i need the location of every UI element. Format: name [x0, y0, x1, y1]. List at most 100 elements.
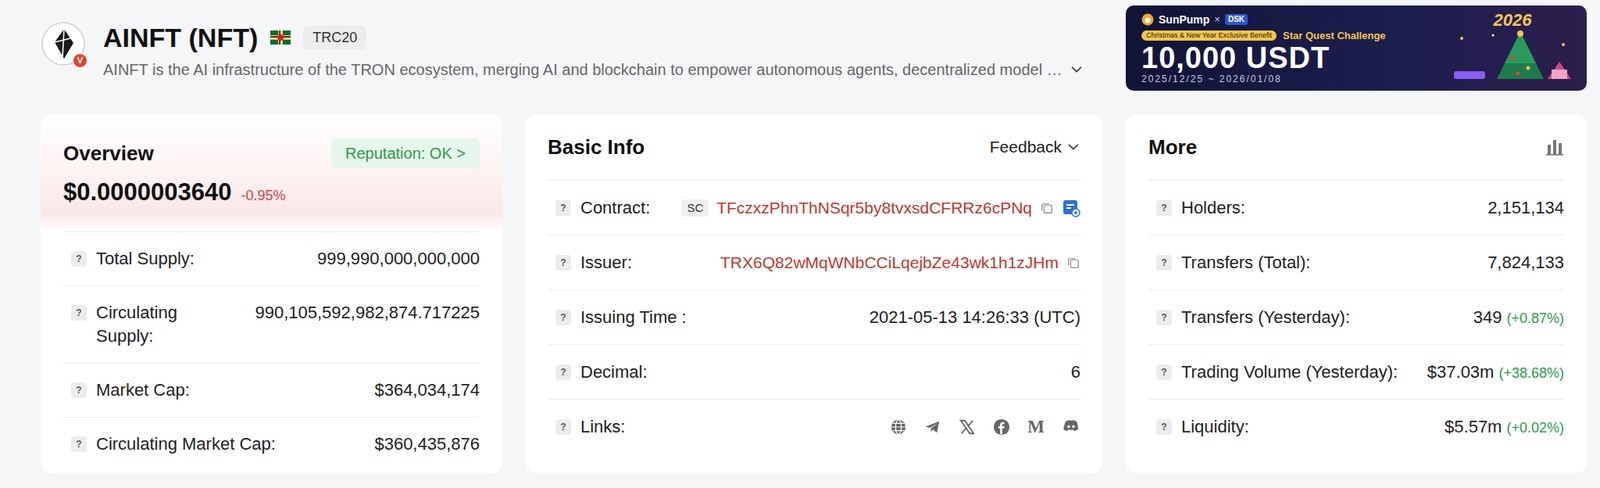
token-header: VAINFT (NFT)TRC20AINFT is the AI infrast…	[40, 5, 1587, 91]
row-value-group: TRX6Q82wMqWNbCCiLqejbZe43wk1h1zJHm	[720, 250, 1081, 275]
help-icon[interactable]: ?	[555, 309, 572, 325]
row-value-group: $37.03m(+38.68%)	[1427, 360, 1565, 384]
overview-row: ?Circulating Market Cap:$360,435,876	[63, 416, 480, 471]
help-icon[interactable]: ?	[71, 382, 87, 398]
row-label-group: ? Market Cap:	[71, 378, 190, 402]
row-value-group: 2021-05-13 14:26:33 (UTC)	[869, 305, 1081, 329]
token-standard-badge: TRC20	[303, 25, 367, 50]
banner-brand-row: SunPump×DSK	[1141, 12, 1439, 27]
row-change: (+38.68%)	[1498, 363, 1565, 383]
overview-title: Overview	[63, 140, 154, 166]
row-label: Links:	[580, 414, 625, 439]
copy-icon[interactable]	[1039, 200, 1054, 215]
facebook-icon[interactable]	[992, 417, 1011, 436]
issuer-address[interactable]: TRX6Q82wMqWNbCCiLqejbZe43wk1h1zJHm	[720, 250, 1059, 275]
help-icon[interactable]: ?	[1156, 418, 1172, 435]
row-change: (+0.87%)	[1506, 308, 1565, 328]
help-icon[interactable]: ?	[71, 304, 87, 321]
help-icon[interactable]: ?	[71, 435, 87, 452]
cards: Overview Reputation: OK > $0.0000003640-0.…	[40, 114, 1587, 473]
row-value: $5.57m	[1444, 414, 1502, 439]
christmas-tree-icon	[1446, 30, 1579, 86]
telegram-icon[interactable]	[924, 417, 942, 436]
row-label-group: ?Circulating Market Cap:	[71, 432, 276, 456]
row-label: Contract:	[580, 196, 650, 220]
row-value-group: 349(+0.87%)	[1473, 305, 1565, 329]
stat-row: ?Liquidity:$5.57m(+0.02%)	[1148, 398, 1565, 454]
help-icon[interactable]: ?	[555, 254, 572, 271]
banner-dates: 2025/12/25 ~ 2026/01/08	[1141, 73, 1439, 86]
help-icon[interactable]: ?	[555, 200, 572, 216]
x-logo-icon[interactable]	[958, 417, 976, 436]
row-label: Market Cap:	[96, 378, 190, 402]
info-row: ? Decimal: 6	[547, 343, 1081, 399]
row-label-group: ? Liquidity:	[1156, 414, 1250, 439]
overview-rows: ?Total Supply:999,990,000,000,000?Circul…	[40, 231, 503, 471]
help-icon[interactable]: ?	[71, 250, 87, 267]
token-price: $0.0000003640	[63, 176, 233, 208]
info-row: ? Issuing Time : 2021-05-13 14:26:33 (UTC)	[547, 289, 1081, 344]
row-value: 6	[1071, 360, 1081, 384]
banner-brand: SunPump	[1158, 12, 1210, 27]
banner-year: 2026	[1493, 10, 1533, 31]
row-label: Liquidity:	[1181, 414, 1250, 439]
row-value: 349	[1473, 305, 1503, 329]
copy-icon[interactable]	[1066, 255, 1081, 270]
help-icon[interactable]: ?	[1156, 254, 1172, 271]
overview-row: ?Total Supply: 999,990,000,000,000	[63, 231, 480, 286]
banner-title: Star Quest Challenge	[1282, 28, 1386, 43]
row-label: Decimal:	[580, 360, 648, 384]
row-label-group: ?Total Supply:	[71, 246, 195, 271]
row-label-group: ? Issuing Time :	[555, 305, 687, 329]
row-label-group: ? Circulating Supply:	[71, 300, 205, 348]
row-label: Issuer:	[580, 250, 633, 275]
basic-info-title: Basic Info	[547, 134, 645, 160]
feedback-label: Feedback	[989, 135, 1062, 158]
help-icon[interactable]: ?	[555, 418, 572, 435]
stat-row: ?Transfers (Total):7,824,133	[1148, 234, 1565, 290]
row-value: $37.03m	[1427, 360, 1495, 384]
globe-icon[interactable]	[889, 417, 908, 436]
row-value-group: SCTFczxzPhnThNSqr5by8tvxsdCFRRz6cPNq	[681, 196, 1081, 220]
help-icon[interactable]: ?	[1156, 364, 1172, 380]
help-icon[interactable]: ?	[555, 364, 572, 380]
bar-chart-icon[interactable]	[1545, 137, 1565, 157]
row-label-group: ? Decimal:	[555, 360, 648, 384]
more-card: More ?Holders: 2,151,134? Transfers (Total)…	[1125, 114, 1587, 473]
price-row: $0.0000003640-0.95%	[63, 176, 480, 208]
row-value: 999,990,000,000,000	[317, 246, 480, 271]
stat-row: ?Trading Volume (Yesterday): $37.03m(+38.…	[1148, 343, 1565, 399]
banner-separator: ×	[1214, 12, 1221, 27]
banner-text: SunPump×DSKChristmas & New Year Exclusiv…	[1125, 5, 1439, 91]
row-label-group: ?Trading Volume (Yesterday):	[1156, 360, 1398, 384]
row-label-group: ?Holders:	[1156, 196, 1246, 220]
info-row: ? Links: M	[547, 398, 1081, 454]
row-value-group: 2,151,134	[1487, 196, 1565, 220]
feedback-dropdown[interactable]: Feedback	[989, 135, 1081, 158]
row-value: $364,034,174	[374, 378, 480, 402]
row-value-group: M	[889, 417, 1081, 436]
token-text: AINFT (NFT)TRC20AINFT is the AI infrastr…	[103, 21, 1085, 81]
token-summary: VAINFT (NFT)TRC20AINFT is the AI infrast…	[40, 5, 1126, 91]
row-label-group: ? Issuer:	[555, 250, 633, 275]
row-value: 990,105,592,982,874.717225	[254, 300, 480, 325]
row-label: Circulating Supply:	[96, 300, 205, 348]
help-icon[interactable]: ?	[1156, 200, 1172, 216]
banner-tagline: Christmas & New Year Exclusive Benefit	[1141, 30, 1277, 41]
promo-banner[interactable]: SunPump×DSKChristmas & New Year Exclusiv…	[1125, 5, 1587, 91]
expand-chevron-icon[interactable]	[1068, 61, 1085, 78]
overview-row: ? Market Cap: $364,034,174	[63, 362, 480, 417]
row-label-group: ?Transfers (Yesterday):	[1156, 305, 1350, 329]
contract-address[interactable]: TFczxzPhnThNSqr5by8tvxsdCFRRz6cPNq	[716, 196, 1033, 220]
row-label: Transfers (Total):	[1181, 250, 1311, 275]
discord-icon[interactable]	[1061, 417, 1081, 436]
add-to-wallet-icon[interactable]	[1061, 198, 1081, 218]
reputation-badge[interactable]: Reputation: OK >	[331, 138, 480, 168]
token-title-row: AINFT (NFT)TRC20	[103, 21, 1085, 54]
help-icon[interactable]: ?	[1156, 309, 1172, 325]
more-title: More	[1148, 134, 1197, 160]
overview-title-row: Overview Reputation: OK >	[63, 138, 480, 168]
row-label: Issuing Time :	[580, 305, 687, 329]
medium-icon[interactable]: M	[1027, 417, 1045, 436]
basic-info-card: Basic Info Feedback? Contract: SCTFczxzPhnT…	[525, 114, 1103, 473]
